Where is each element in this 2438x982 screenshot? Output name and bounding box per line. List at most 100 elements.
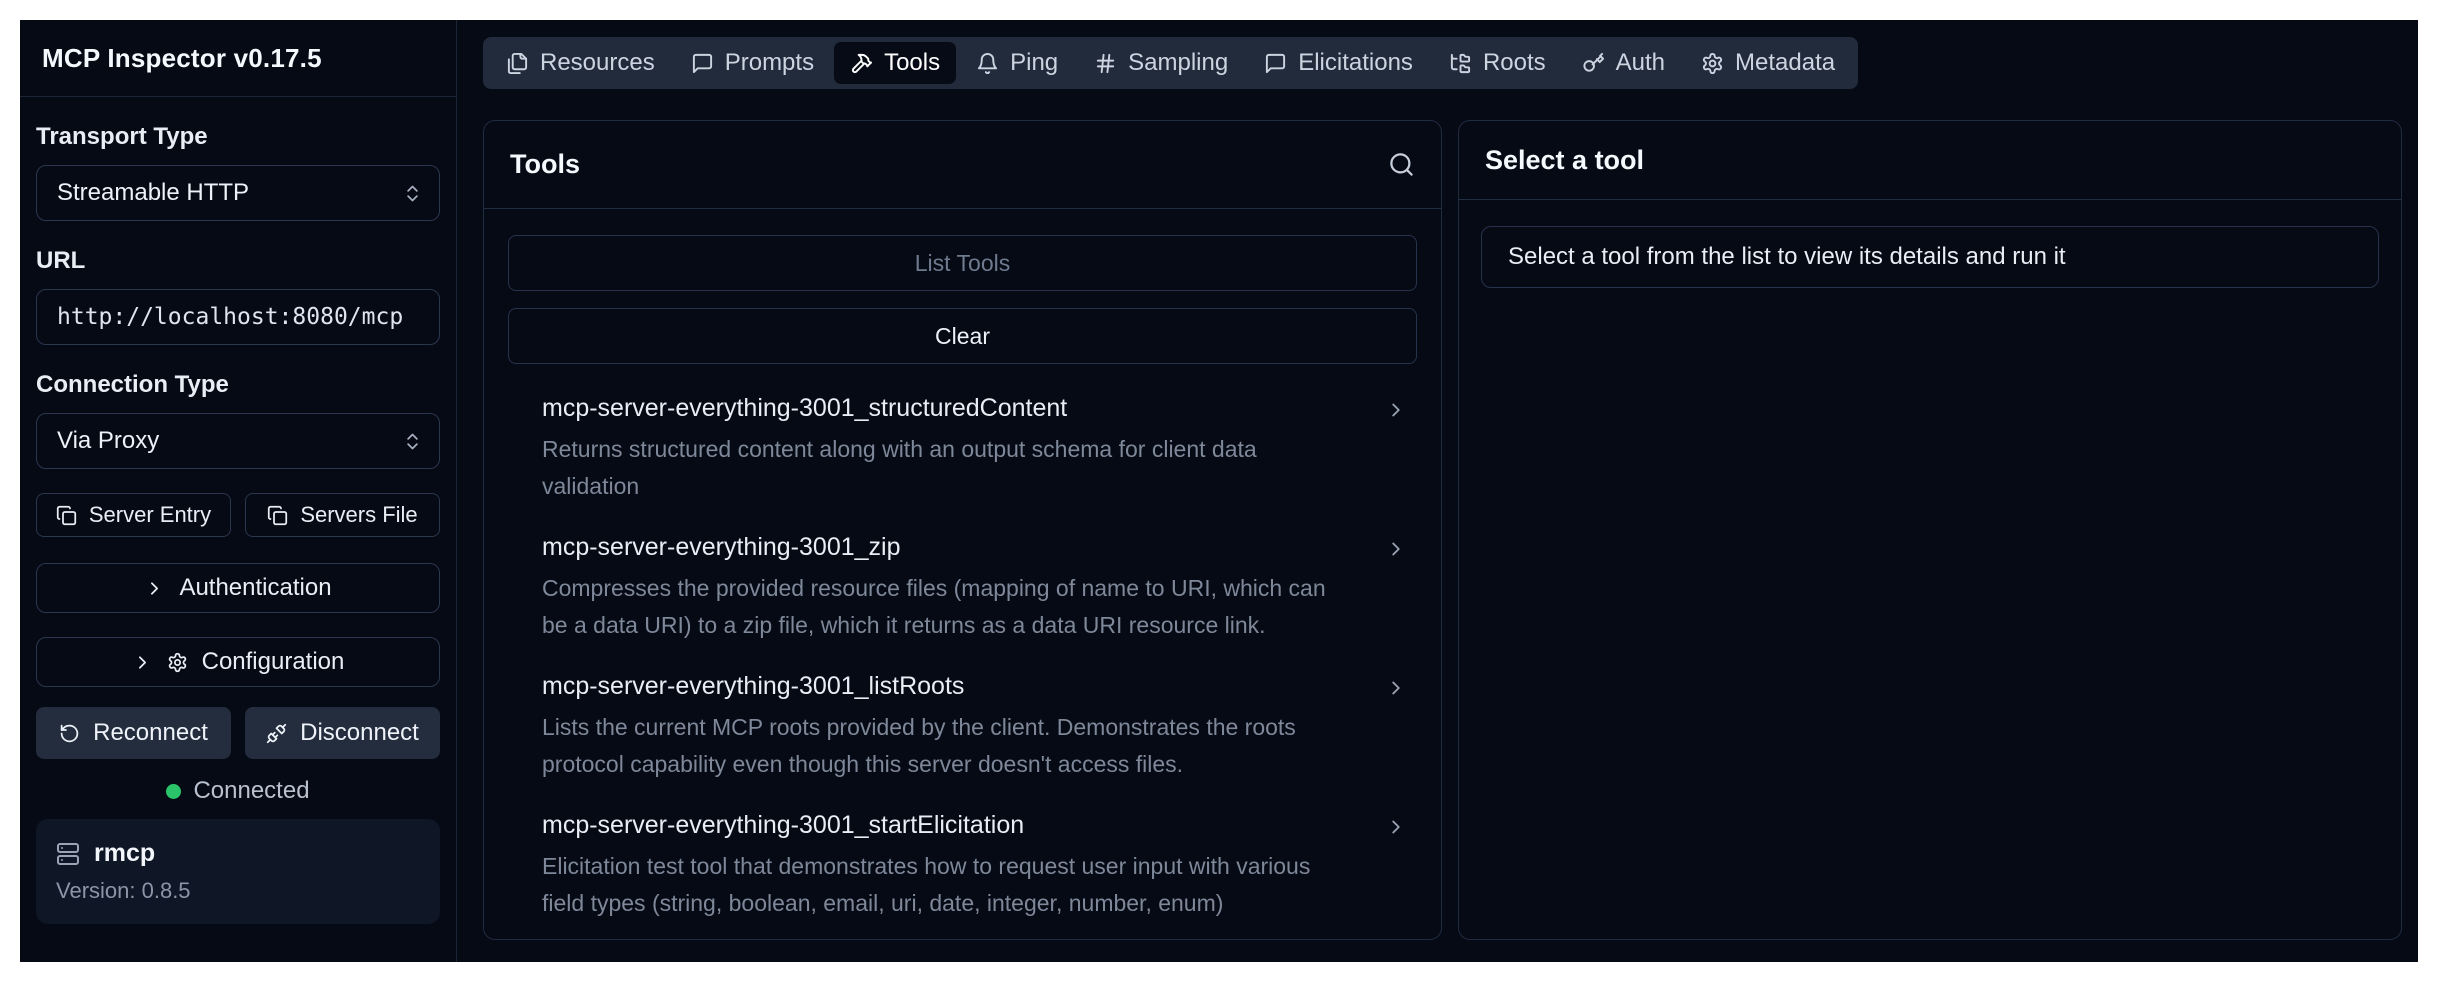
tool-list-item[interactable]: mcp-website-fetcher_fetchFetches a websi… bbox=[508, 936, 1417, 939]
server-version: Version: 0.8.5 bbox=[56, 878, 420, 904]
chevron-right-icon bbox=[1385, 538, 1407, 560]
tool-list-item[interactable]: mcp-server-everything-3001_zip Compresses… bbox=[508, 519, 1417, 658]
tool-description: Compresses the provided resource files (… bbox=[542, 570, 1349, 644]
app-title: MCP Inspector v0.17.5 bbox=[42, 43, 322, 74]
tools-panel-title: Tools bbox=[510, 149, 580, 180]
configuration-label: Configuration bbox=[202, 648, 345, 676]
message-square-icon bbox=[1264, 52, 1287, 75]
reconnect-button[interactable]: Reconnect bbox=[36, 707, 231, 759]
chevron-right-icon bbox=[132, 652, 153, 673]
tab-auth[interactable]: Auth bbox=[1566, 42, 1681, 84]
detail-panel-title: Select a tool bbox=[1485, 145, 1644, 176]
tab-label: Tools bbox=[884, 49, 940, 77]
url-input[interactable] bbox=[36, 289, 440, 345]
tool-item-main: mcp-server-everything-3001_structuredCon… bbox=[542, 394, 1385, 505]
copy-icon bbox=[56, 505, 77, 526]
tool-list-item[interactable]: mcp-server-everything-3001_structuredCon… bbox=[508, 380, 1417, 519]
authentication-label: Authentication bbox=[179, 574, 331, 602]
tool-name: mcp-server-everything-3001_zip bbox=[542, 533, 1349, 562]
tool-item-main: mcp-server-everything-3001_zip Compresses… bbox=[542, 533, 1385, 644]
gear-icon bbox=[167, 652, 188, 673]
tool-name: mcp-server-everything-3001_listRoots bbox=[542, 672, 1349, 701]
tab-prompts[interactable]: Prompts bbox=[675, 42, 830, 84]
copy-icon bbox=[267, 505, 288, 526]
tab-sampling[interactable]: Sampling bbox=[1078, 42, 1244, 84]
tab-label: Auth bbox=[1616, 49, 1665, 77]
search-button[interactable] bbox=[1388, 151, 1415, 178]
settings-icon bbox=[1701, 52, 1724, 75]
tab-elicitations[interactable]: Elicitations bbox=[1248, 42, 1429, 84]
bell-icon bbox=[976, 52, 999, 75]
transport-type-select[interactable]: Streamable HTTP bbox=[36, 165, 440, 221]
app-window: MCP Inspector v0.17.5 Transport Type Str… bbox=[20, 20, 2418, 962]
transport-type-label: Transport Type bbox=[36, 123, 440, 151]
top-navbar: Resources Prompts Tools Ping Sampling Elicita… bbox=[483, 37, 1858, 89]
status-dot bbox=[166, 784, 181, 799]
sidebar-body: Transport Type Streamable HTTP URL Conne… bbox=[20, 97, 456, 924]
status-label: Connected bbox=[193, 777, 309, 805]
configuration-expander[interactable]: Configuration bbox=[36, 637, 440, 687]
tool-item-main: mcp-server-everything-3001_listRoots List… bbox=[542, 672, 1385, 783]
server-name: rmcp bbox=[94, 839, 155, 868]
tab-label: Elicitations bbox=[1298, 49, 1413, 77]
list-tools-button[interactable]: List Tools bbox=[508, 235, 1417, 291]
tab-label: Prompts bbox=[725, 49, 814, 77]
tool-description: Lists the current MCP roots provided by … bbox=[542, 709, 1349, 783]
clear-button[interactable]: Clear bbox=[508, 308, 1417, 364]
tool-list-item[interactable]: mcp-server-everything-3001_listRoots List… bbox=[508, 658, 1417, 797]
tab-label: Resources bbox=[540, 49, 655, 77]
tool-list: mcp-server-everything-3001_structuredCon… bbox=[508, 380, 1417, 939]
connection-type-value: Via Proxy bbox=[57, 427, 159, 455]
disconnect-label: Disconnect bbox=[300, 719, 419, 747]
hammer-icon bbox=[850, 52, 873, 75]
tab-tools[interactable]: Tools bbox=[834, 42, 956, 84]
sidebar: MCP Inspector v0.17.5 Transport Type Str… bbox=[20, 20, 457, 962]
server-info-card: rmcp Version: 0.8.5 bbox=[36, 819, 440, 924]
empty-state-message: Select a tool from the list to view its … bbox=[1481, 226, 2379, 288]
connection-type-label: Connection Type bbox=[36, 371, 440, 399]
search-icon bbox=[1388, 151, 1415, 178]
tab-resources[interactable]: Resources bbox=[490, 42, 671, 84]
tab-roots[interactable]: Roots bbox=[1433, 42, 1562, 84]
authentication-expander[interactable]: Authentication bbox=[36, 563, 440, 613]
url-label: URL bbox=[36, 247, 440, 275]
tool-description: Elicitation test tool that demonstrates … bbox=[542, 848, 1349, 922]
tab-label: Sampling bbox=[1128, 49, 1228, 77]
server-icon bbox=[56, 842, 80, 866]
tool-list-item[interactable]: mcp-server-everything-3001_startElicitat… bbox=[508, 797, 1417, 936]
connection-status: Connected bbox=[36, 777, 440, 805]
hash-icon bbox=[1094, 52, 1117, 75]
tool-name: mcp-server-everything-3001_structuredCon… bbox=[542, 394, 1349, 423]
sidebar-header: MCP Inspector v0.17.5 bbox=[20, 20, 456, 97]
tab-label: Ping bbox=[1010, 49, 1058, 77]
tools-panel: Tools List Tools Clear mcp-server-everyt… bbox=[483, 120, 1442, 940]
connection-type-select[interactable]: Via Proxy bbox=[36, 413, 440, 469]
server-entry-label: Server Entry bbox=[89, 502, 211, 528]
disconnect-button[interactable]: Disconnect bbox=[245, 707, 440, 759]
tab-metadata[interactable]: Metadata bbox=[1685, 42, 1851, 84]
tool-detail-panel: Select a tool Select a tool from the lis… bbox=[1458, 120, 2402, 940]
chevrons-up-down-icon bbox=[402, 183, 423, 204]
tool-description: Returns structured content along with an… bbox=[542, 431, 1349, 505]
servers-file-button[interactable]: Servers File bbox=[245, 493, 440, 537]
server-entry-button[interactable]: Server Entry bbox=[36, 493, 231, 537]
unplug-icon bbox=[266, 723, 287, 744]
tool-name: mcp-server-everything-3001_startElicitat… bbox=[542, 811, 1349, 840]
tool-item-main: mcp-server-everything-3001_startElicitat… bbox=[542, 811, 1385, 922]
tab-label: Metadata bbox=[1735, 49, 1835, 77]
folder-tree-icon bbox=[1449, 52, 1472, 75]
chevron-right-icon bbox=[144, 578, 165, 599]
rotate-ccw-icon bbox=[59, 723, 80, 744]
servers-file-label: Servers File bbox=[300, 502, 417, 528]
transport-type-value: Streamable HTTP bbox=[57, 179, 249, 207]
reconnect-label: Reconnect bbox=[93, 719, 208, 747]
key-icon bbox=[1582, 52, 1605, 75]
chevron-right-icon bbox=[1385, 816, 1407, 838]
chevron-right-icon bbox=[1385, 399, 1407, 421]
tab-label: Roots bbox=[1483, 49, 1546, 77]
main-area: Resources Prompts Tools Ping Sampling Elicita… bbox=[457, 20, 2418, 962]
message-square-icon bbox=[691, 52, 714, 75]
tab-ping[interactable]: Ping bbox=[960, 42, 1074, 84]
files-icon bbox=[506, 52, 529, 75]
chevrons-up-down-icon bbox=[402, 431, 423, 452]
